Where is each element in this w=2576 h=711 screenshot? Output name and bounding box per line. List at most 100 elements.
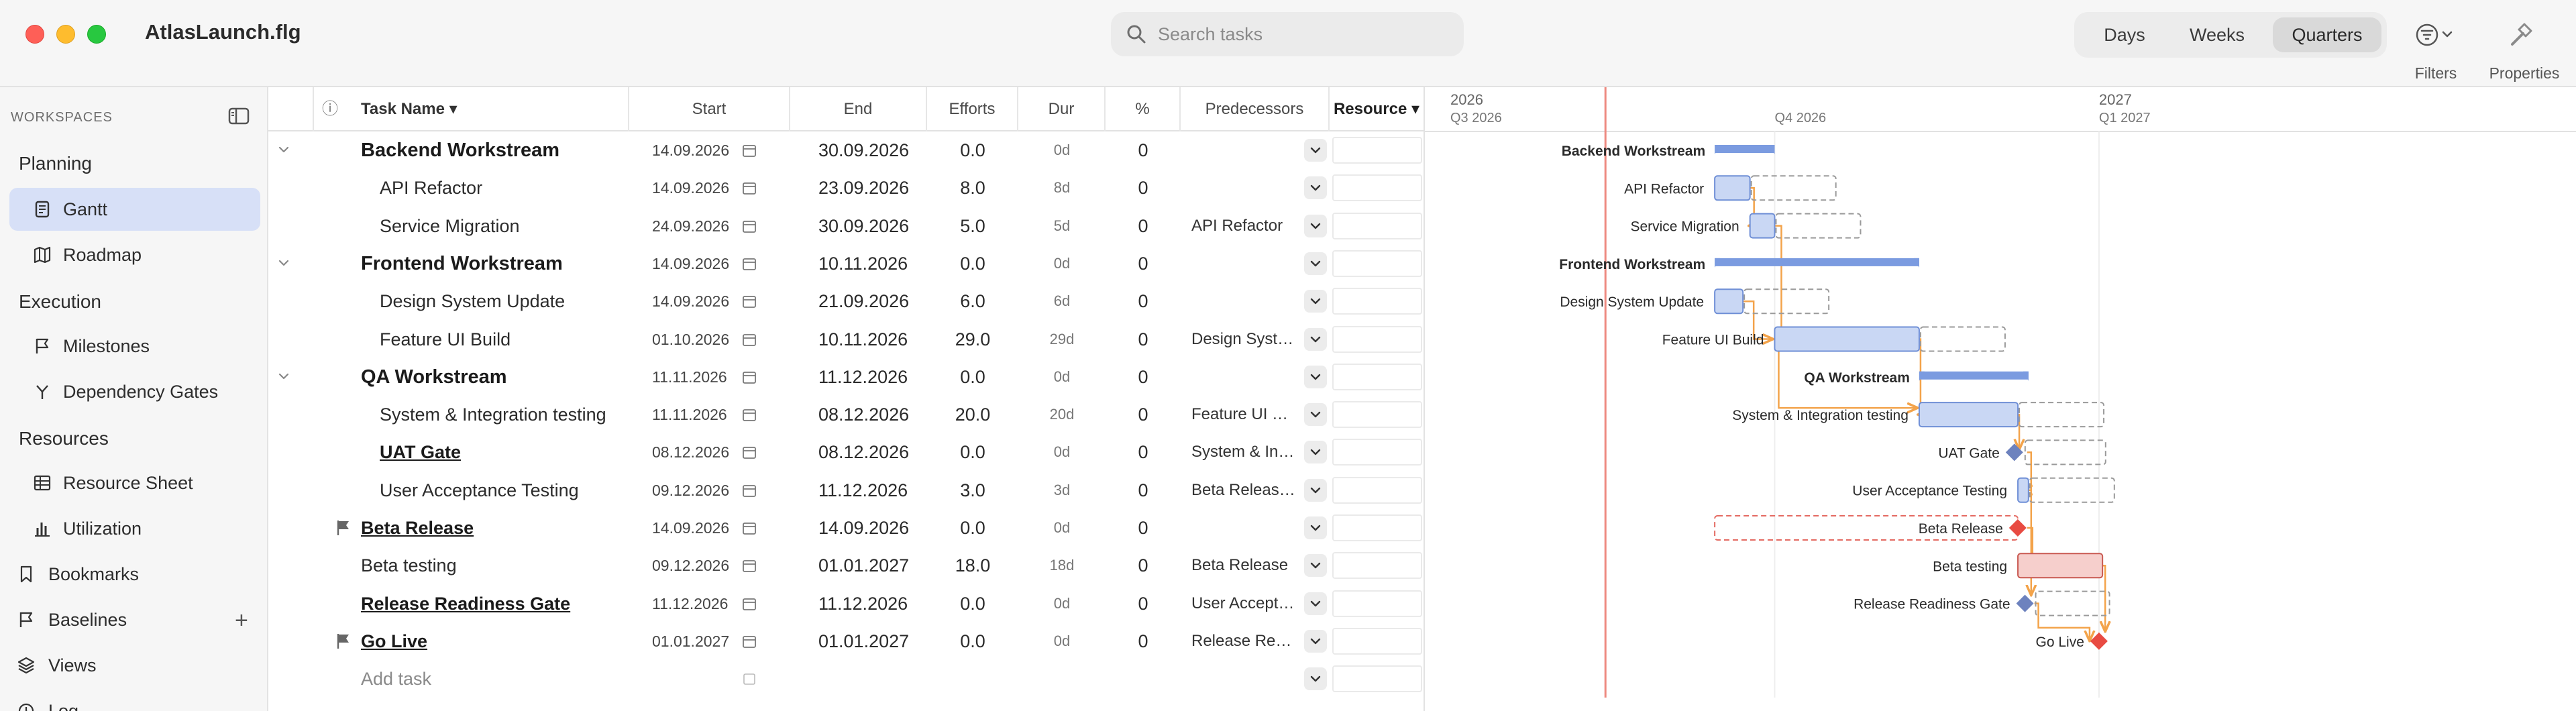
efforts-value[interactable]: 0.0 <box>927 585 1018 622</box>
sidebar-item-milestones[interactable]: Milestones <box>9 325 260 368</box>
percent-complete-value[interactable]: 0 <box>1106 358 1181 396</box>
timescale-weeks-button[interactable]: Weeks <box>2174 17 2261 52</box>
predecessors-value[interactable] <box>1191 509 1299 547</box>
task-bar[interactable] <box>2017 477 2029 503</box>
percent-complete-value[interactable]: 0 <box>1106 169 1181 207</box>
predecessors-value[interactable] <box>1191 169 1299 207</box>
start-date[interactable]: 11.11.2026 <box>652 358 739 396</box>
predecessors-dropdown-button[interactable] <box>1304 252 1327 275</box>
end-date[interactable]: 23.09.2026 <box>818 169 919 207</box>
start-date[interactable]: 01.01.2027 <box>652 622 739 660</box>
predecessors-dropdown-button[interactable] <box>1304 290 1327 313</box>
end-date[interactable]: 10.11.2026 <box>818 245 919 282</box>
resource-field[interactable] <box>1332 174 1422 202</box>
duration-value[interactable]: 5d <box>1018 207 1106 245</box>
predecessors-value[interactable]: Release Read... <box>1191 622 1299 660</box>
table-row[interactable]: Service Migration 24.09.2026 30.09.2026 5.0… <box>268 207 1424 245</box>
predecessors-value[interactable]: Beta Release,... <box>1191 472 1299 509</box>
add-task-input[interactable]: Add task <box>361 660 616 698</box>
predecessors-dropdown-button[interactable] <box>1304 441 1327 464</box>
table-row[interactable]: Frontend Workstream 14.09.2026 10.11.2026 0… <box>268 245 1424 282</box>
predecessors-value[interactable]: Beta Release <box>1191 547 1299 584</box>
resource-field[interactable] <box>1332 665 1422 693</box>
duration-column-header[interactable]: Dur <box>1018 87 1106 131</box>
end-date[interactable]: 11.12.2026 <box>818 585 919 622</box>
end-date[interactable]: 01.01.2027 <box>818 547 919 584</box>
predecessors-value[interactable] <box>1191 245 1299 282</box>
end-date[interactable]: 14.09.2026 <box>818 509 919 547</box>
table-row[interactable]: Beta Release 14.09.2026 14.09.2026 0.0 0d 0 <box>268 509 1424 547</box>
efforts-value[interactable]: 20.0 <box>927 396 1018 433</box>
efforts-value[interactable]: 6.0 <box>927 282 1018 320</box>
calendar-icon[interactable] <box>742 180 757 195</box>
collapse-chevron-icon[interactable] <box>275 254 292 272</box>
task-bar[interactable] <box>1918 402 2019 428</box>
table-row[interactable]: Release Readiness Gate 11.12.2026 11.12.20… <box>268 585 1424 622</box>
start-date[interactable]: 09.12.2026 <box>652 547 739 584</box>
efforts-value[interactable]: 0.0 <box>927 245 1018 282</box>
start-date[interactable]: 14.09.2026 <box>652 169 739 207</box>
timescale-quarters-button[interactable]: Quarters <box>2273 17 2381 52</box>
end-date[interactable]: 30.09.2026 <box>818 207 919 245</box>
efforts-value[interactable]: 0.0 <box>927 509 1018 547</box>
predecessors-value[interactable]: System & Inte... <box>1191 433 1299 471</box>
table-row[interactable]: Feature UI Build 01.10.2026 10.11.2026 29.0… <box>268 321 1424 358</box>
predecessors-dropdown-button[interactable] <box>1304 214 1327 237</box>
resource-field[interactable] <box>1332 401 1422 429</box>
calendar-icon[interactable] <box>742 558 757 573</box>
percent-complete-value[interactable]: 0 <box>1106 396 1181 433</box>
close-window-button[interactable] <box>25 25 44 44</box>
resource-field[interactable] <box>1332 212 1422 239</box>
resource-field[interactable] <box>1332 363 1422 390</box>
start-column-header[interactable]: Start <box>629 87 790 131</box>
duration-value[interactable]: 0d <box>1018 131 1106 169</box>
duration-value[interactable]: 0d <box>1018 245 1106 282</box>
search-box[interactable] <box>1111 12 1464 56</box>
efforts-value[interactable]: 8.0 <box>927 169 1018 207</box>
percent-complete-value[interactable]: 0 <box>1106 509 1181 547</box>
start-date[interactable]: 11.12.2026 <box>652 585 739 622</box>
efforts-value[interactable]: 3.0 <box>927 472 1018 509</box>
table-row[interactable]: Beta testing 09.12.2026 01.01.2027 18.0 18d 0… <box>268 547 1424 584</box>
calendar-icon[interactable] <box>742 370 757 384</box>
table-row[interactable]: QA Workstream 11.11.2026 11.12.2026 0.0 0d 0 <box>268 358 1424 396</box>
resource-field[interactable] <box>1332 627 1422 655</box>
calendar-icon[interactable] <box>742 332 757 347</box>
start-date[interactable]: 24.09.2026 <box>652 207 739 245</box>
resource-field[interactable] <box>1332 250 1422 277</box>
task-name[interactable]: Beta testing <box>361 547 628 584</box>
percent-complete-value[interactable]: 0 <box>1106 472 1181 509</box>
task-name[interactable]: Go Live <box>361 622 628 660</box>
collapse-chevron-icon[interactable] <box>275 368 292 385</box>
efforts-value[interactable]: 0.0 <box>927 622 1018 660</box>
efforts-value[interactable]: 29.0 <box>927 321 1018 358</box>
predecessors-value[interactable] <box>1191 282 1299 320</box>
calendar-icon[interactable] <box>742 634 757 649</box>
end-date[interactable]: 11.12.2026 <box>818 472 919 509</box>
task-bar[interactable] <box>1774 326 1920 352</box>
percent-complete-value[interactable]: 0 <box>1106 207 1181 245</box>
start-date[interactable]: 14.09.2026 <box>652 282 739 320</box>
percent-complete-value[interactable]: 0 <box>1106 282 1181 320</box>
timescale-days-button[interactable]: Days <box>2085 17 2164 52</box>
resource-field[interactable] <box>1332 137 1422 164</box>
end-date[interactable]: 30.09.2026 <box>818 131 919 169</box>
task-name[interactable]: API Refactor <box>380 169 628 207</box>
collapse-chevron-icon[interactable] <box>275 141 292 158</box>
resource-field[interactable] <box>1332 288 1422 315</box>
percent-complete-value[interactable]: 0 <box>1106 131 1181 169</box>
duration-value[interactable]: 29d <box>1018 321 1106 358</box>
end-date[interactable]: 11.12.2026 <box>818 358 919 396</box>
sidebar-item-resource-sheet[interactable]: Resource Sheet <box>9 461 260 504</box>
calendar-icon[interactable] <box>742 445 757 459</box>
task-name[interactable]: Release Readiness Gate <box>361 585 628 622</box>
duration-value[interactable]: 0d <box>1018 585 1106 622</box>
sidebar-item-bookmarks[interactable]: Bookmarks <box>0 553 268 596</box>
task-name-column-header[interactable]: Task Name ▾ <box>349 87 629 131</box>
duration-value[interactable]: 8d <box>1018 169 1106 207</box>
predecessors-dropdown-button[interactable] <box>1304 365 1327 388</box>
predecessors-dropdown-button[interactable] <box>1304 554 1327 578</box>
calendar-icon[interactable] <box>742 671 757 686</box>
predecessors-dropdown-button[interactable] <box>1304 139 1327 162</box>
task-name[interactable]: QA Workstream <box>361 358 628 396</box>
